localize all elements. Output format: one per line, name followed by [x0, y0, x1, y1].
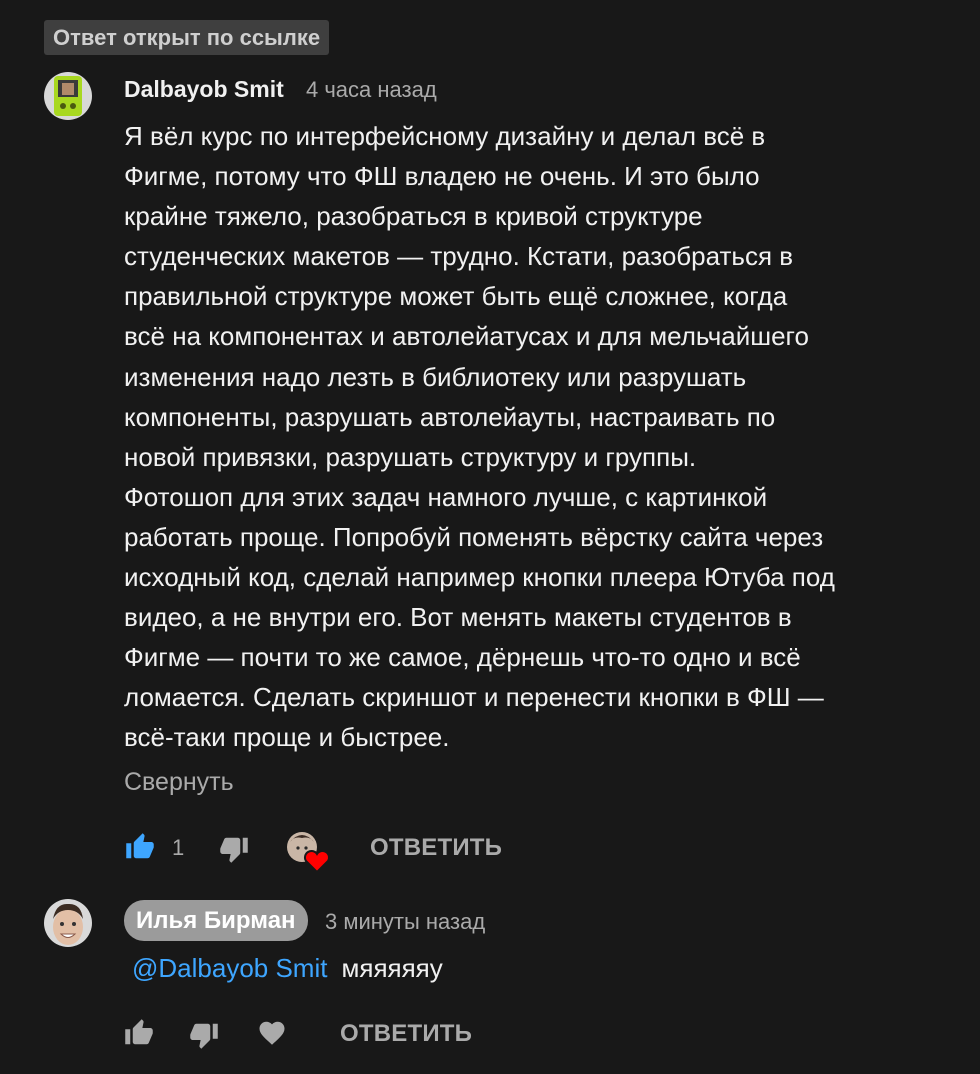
avatar[interactable]	[44, 899, 92, 947]
reply-text: @Dalbayob Smit мяяяяяу	[132, 953, 443, 984]
reply-author[interactable]: Илья Бирман	[124, 900, 308, 941]
creator-heart-icon[interactable]	[286, 830, 332, 874]
comment-time[interactable]: 4 часа назад	[306, 77, 437, 103]
thumbs-up-filled-icon[interactable]	[123, 832, 157, 867]
reply-message: мяяяяяу	[341, 953, 443, 983]
like-count: 1	[172, 835, 185, 860]
reply-button[interactable]: ОТВЕТИТЬ	[370, 834, 502, 862]
reply-button[interactable]: ОТВЕТИТЬ	[340, 1020, 472, 1048]
avatar[interactable]	[44, 72, 92, 120]
linked-comment-badge: Ответ открыт по ссылке	[44, 20, 330, 55]
heart-icon[interactable]	[256, 1018, 288, 1053]
collapse-button[interactable]: Свернуть	[124, 768, 234, 797]
thumbs-down-icon[interactable]	[218, 834, 250, 869]
reply-time[interactable]: 3 минуты назад	[325, 909, 485, 935]
comment-text: Я вёл курс по интерфейсному дизайну и де…	[124, 121, 835, 753]
mention-link[interactable]: @Dalbayob Smit	[132, 953, 327, 983]
thumbs-up-icon[interactable]	[123, 1018, 155, 1053]
comment-author[interactable]: Dalbayob Smit	[124, 76, 284, 103]
thumbs-down-icon[interactable]	[188, 1020, 220, 1055]
